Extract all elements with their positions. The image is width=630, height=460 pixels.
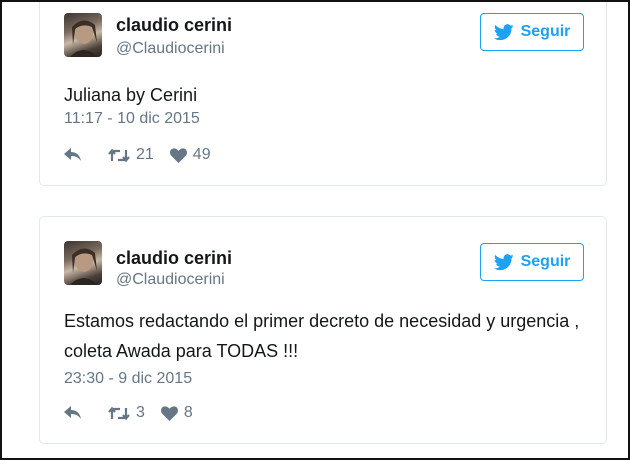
tweet-card: claudio cerini @Claudiocerini Seguir Jul…: [39, 2, 607, 186]
follow-button[interactable]: Seguir: [480, 243, 584, 281]
avatar[interactable]: [64, 241, 102, 285]
retweet-button[interactable]: 21: [108, 146, 154, 164]
like-button[interactable]: 49: [169, 146, 211, 164]
reply-icon: [64, 148, 81, 161]
tweet-screenshot: claudio cerini @Claudiocerini Seguir Jul…: [0, 0, 630, 460]
like-count: 8: [183, 404, 193, 421]
tweet-timestamp[interactable]: 11:17 - 10 dic 2015: [64, 110, 200, 128]
reply-icon: [64, 406, 81, 419]
retweet-count: 21: [136, 146, 154, 163]
retweet-icon: [108, 406, 130, 420]
twitter-bird-icon: [493, 253, 514, 270]
reply-button[interactable]: [64, 148, 82, 162]
tweet-timestamp[interactable]: 23:30 - 9 dic 2015: [64, 370, 192, 388]
author-name[interactable]: claudio cerini: [116, 15, 232, 36]
author-handle[interactable]: @Claudiocerini: [116, 271, 225, 289]
heart-icon: [160, 405, 178, 421]
follow-button[interactable]: Seguir: [480, 13, 584, 51]
author-name[interactable]: claudio cerini: [116, 248, 232, 269]
retweet-icon: [108, 148, 130, 162]
tweet-text: Juliana by Cerini: [64, 85, 198, 105]
heart-icon: [169, 147, 187, 163]
tweet-card: claudio cerini @Claudiocerini Seguir Est…: [39, 216, 607, 444]
author-handle[interactable]: @Claudiocerini: [116, 40, 225, 58]
retweet-button[interactable]: 3: [108, 404, 145, 422]
like-count: 49: [192, 146, 211, 163]
tweet-text: Estamos redactando el primer decreto de …: [64, 311, 580, 361]
tweet-actions: 21 49: [64, 145, 211, 165]
follow-label: Seguir: [520, 253, 571, 270]
follow-label: Seguir: [520, 23, 571, 40]
retweet-count: 3: [136, 404, 145, 421]
like-button[interactable]: 8: [160, 404, 193, 422]
reply-button[interactable]: [64, 406, 82, 420]
twitter-bird-icon: [493, 23, 514, 40]
avatar[interactable]: [64, 13, 102, 57]
tweet-actions: 3 8: [64, 403, 193, 423]
